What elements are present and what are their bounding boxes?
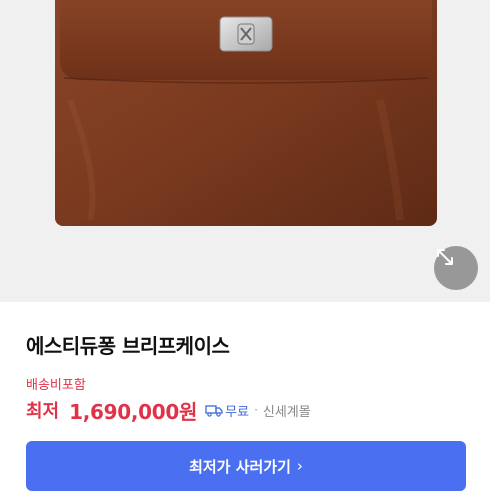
- shipping-included-note: 배송비포함: [26, 378, 86, 393]
- price-prefix: 최저: [26, 401, 60, 422]
- free-shipping-label: 무료: [225, 404, 250, 420]
- expand-image-button[interactable]: [434, 246, 478, 290]
- buy-lowest-price-button[interactable]: 최저가 사러가기 ›: [26, 441, 466, 491]
- briefcase-image: [0, 0, 490, 302]
- price-value: 1,690,000원: [69, 399, 198, 424]
- truck-icon: [205, 403, 223, 417]
- price-row: 최저 1,690,000원 무료 · 신세계몰: [26, 396, 311, 424]
- cta-label: 최저가 사러가기: [189, 457, 291, 476]
- seller-name[interactable]: 신세계몰: [263, 401, 311, 420]
- product-image[interactable]: [0, 0, 490, 302]
- separator-dot: ·: [254, 403, 258, 417]
- product-title: 에스티듀퐁 브리프케이스: [26, 334, 230, 358]
- chevron-right-icon: ›: [296, 457, 303, 475]
